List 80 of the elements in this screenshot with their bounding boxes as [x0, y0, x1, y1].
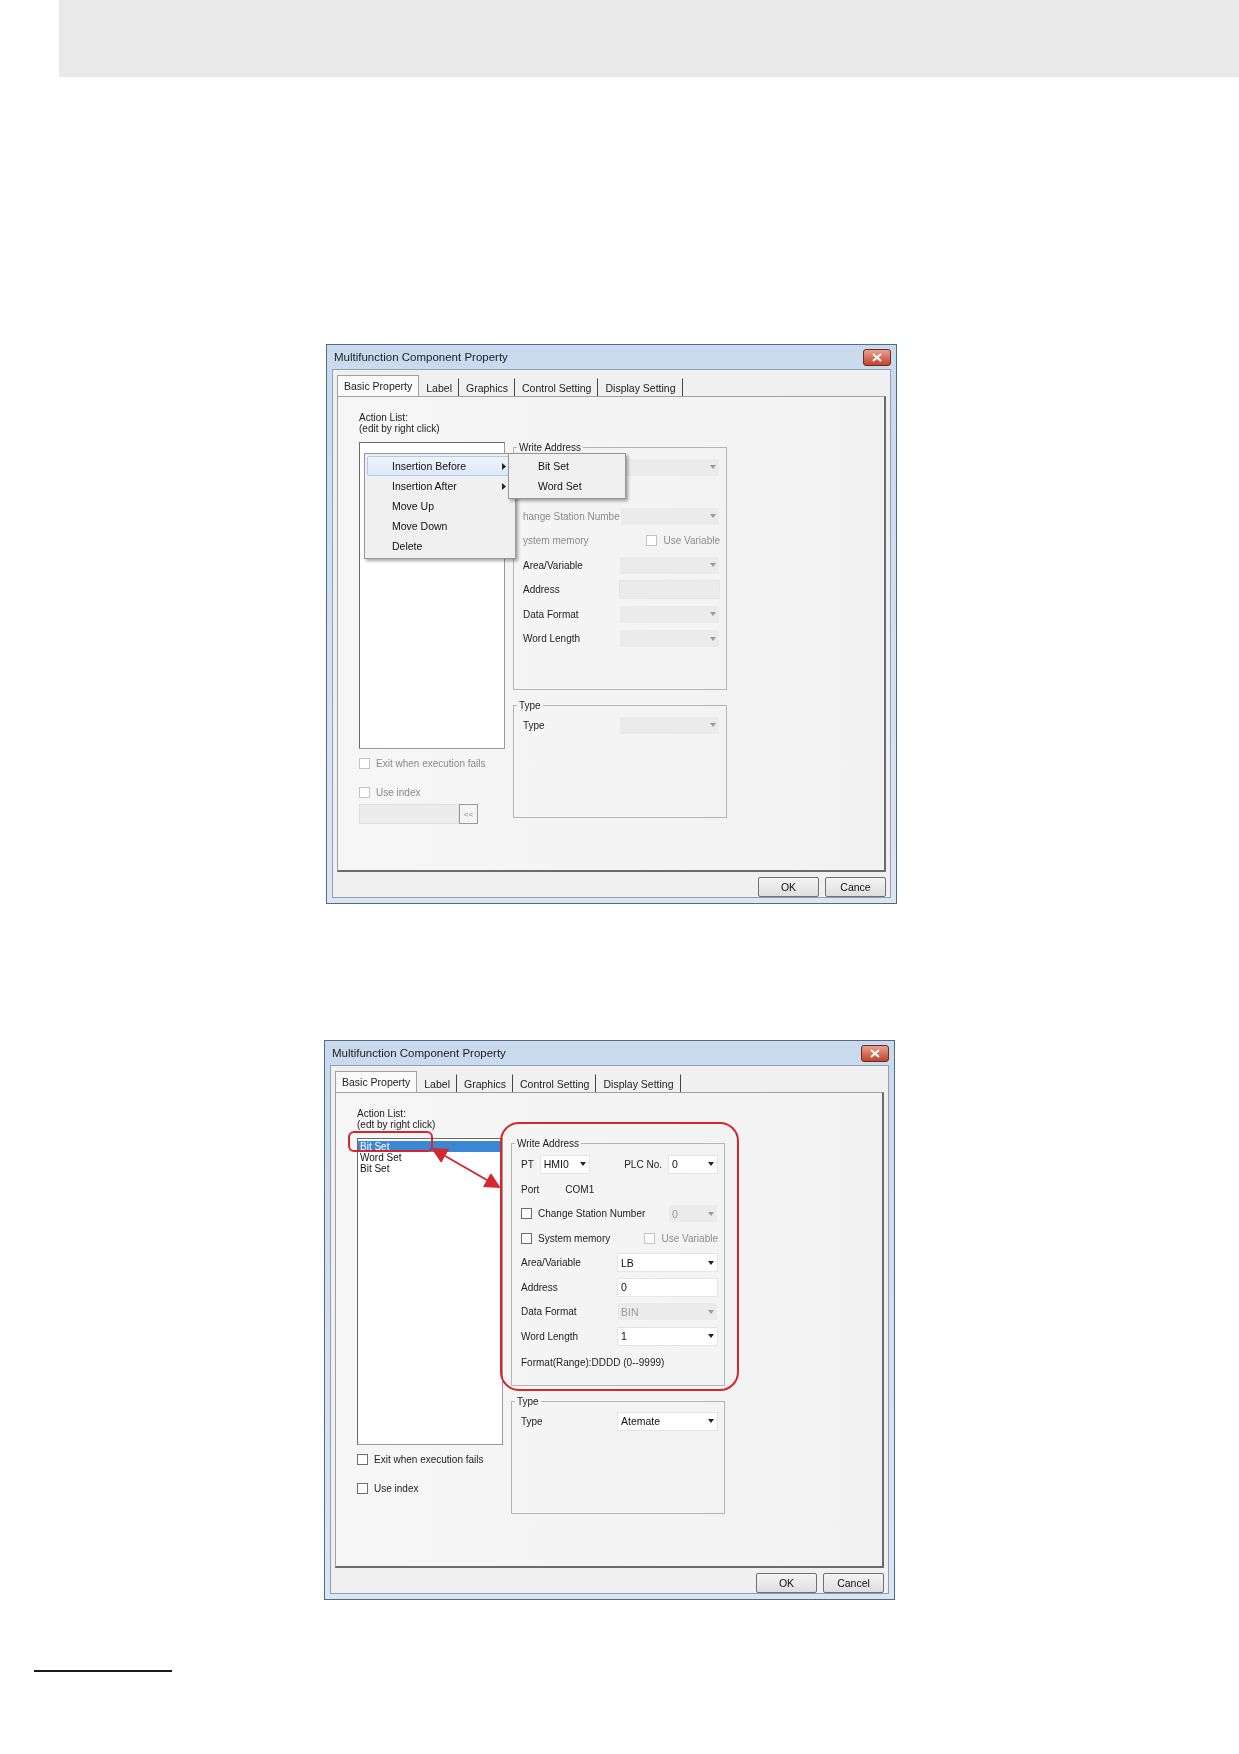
dropdown-field[interactable]: HMI0 [539, 1154, 590, 1174]
caret-icon [708, 1419, 714, 1424]
menu-item[interactable]: Delete [367, 536, 513, 556]
field-label: Area/Variable [523, 559, 583, 571]
port-value: COM1 [565, 1183, 595, 1195]
checkbox[interactable] [357, 1453, 368, 1465]
option-label: Exit when execution fails [376, 757, 486, 769]
caret-icon [708, 1334, 714, 1339]
caret-icon [579, 1162, 586, 1166]
cancel-button[interactable]: Cance [825, 877, 886, 897]
option-label: Use index [374, 1482, 419, 1494]
caret-icon [708, 1309, 714, 1314]
ok-button[interactable]: OK [756, 1573, 817, 1593]
action-list-hint: (edit by right click) [359, 423, 441, 434]
submenu-arrow-icon [502, 462, 506, 470]
field-label: Address [523, 584, 560, 596]
field-label: Type [521, 1415, 543, 1427]
field-label: Word Length [521, 1330, 579, 1342]
field-label: System memory [538, 1232, 611, 1244]
group-title: Write Address [516, 1138, 581, 1149]
dropdown-field[interactable]: Atemate [617, 1411, 718, 1431]
list-item[interactable]: Word Set [358, 1152, 502, 1163]
field-label: Data Format [521, 1306, 577, 1318]
tab[interactable]: Basic Property [337, 375, 420, 396]
field-label: PLC No. [624, 1158, 662, 1170]
field-label: Address [521, 1281, 558, 1293]
ok-button[interactable]: OK [758, 877, 819, 897]
field-label: Data Format [523, 608, 579, 620]
close-icon [872, 352, 882, 362]
double-arrow [431, 1148, 501, 1188]
checkbox[interactable] [521, 1232, 532, 1244]
caret-icon [710, 612, 716, 617]
group-title: Write Address [518, 442, 583, 453]
option-label: Use Variable [663, 535, 720, 547]
action-list-hint: (edt by right click) [357, 1119, 437, 1130]
action-list[interactable]: Bit Set Word Set Bit Set [357, 1138, 503, 1445]
input-field[interactable]: 0 [617, 1277, 718, 1297]
checkbox[interactable] [357, 1482, 368, 1494]
option-label: Use index [376, 786, 421, 798]
caret-icon [710, 465, 716, 470]
field-label: Change Station Number [538, 1208, 646, 1220]
list-item[interactable]: Bit Set [358, 1141, 502, 1152]
caret-icon [708, 1211, 714, 1216]
action-list-label: Action List: [357, 1108, 407, 1119]
caret-icon [710, 636, 716, 641]
caret-icon [710, 563, 716, 568]
menu-item[interactable]: Insertion After [367, 476, 513, 496]
submenu-arrow-icon [502, 482, 506, 490]
option-label: Use Variable [661, 1232, 718, 1244]
dropdown-field[interactable]: 1 [617, 1326, 718, 1346]
dropdown-field[interactable]: 0 [668, 1154, 718, 1174]
field-label: Word Length [523, 633, 581, 645]
group-title: Type [516, 1396, 540, 1407]
cancel-button[interactable]: Cancel [823, 1573, 884, 1593]
field-label: ystem memory [523, 535, 589, 547]
option-label: Exit when execution fails [374, 1453, 484, 1465]
close-icon [870, 1048, 880, 1058]
format-range-text: Format(Range):DDDD (0--9999) [521, 1357, 665, 1368]
field-label: Port [521, 1183, 540, 1195]
list-item[interactable]: Bit Set [358, 1163, 502, 1174]
caret-icon [708, 1260, 714, 1265]
caret-icon [710, 514, 716, 519]
caret-icon [710, 723, 716, 728]
caret-icon [708, 1162, 714, 1166]
close-button[interactable] [863, 348, 891, 366]
field-label: PT [521, 1158, 534, 1170]
field-label: hange Station Numbe [523, 510, 620, 522]
close-button[interactable] [861, 1044, 889, 1062]
dropdown-field[interactable]: LB [617, 1253, 718, 1273]
menu-item[interactable]: Bit Set [511, 456, 623, 476]
field-label: Area/Variable [521, 1257, 581, 1269]
field-label: Type [523, 719, 545, 731]
tab[interactable]: Basic Property [335, 1071, 418, 1092]
menu-item[interactable]: Move Up [367, 496, 513, 516]
menu-item[interactable]: Move Down [367, 516, 513, 536]
menu-item[interactable]: Word Set [511, 476, 623, 496]
action-list-label: Action List: [359, 412, 409, 423]
window-title: Multifunction Component Property [331, 1047, 506, 1059]
group-title: Type [518, 700, 542, 711]
window-title: Multifunction Component Property [333, 351, 508, 363]
